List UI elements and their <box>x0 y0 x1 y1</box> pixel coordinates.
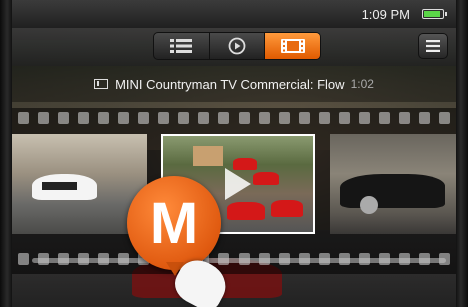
battery-level <box>424 11 440 17</box>
villa <box>193 146 223 166</box>
screen: 1:09 PM MINI Countryman TV Commercial: F… <box>12 0 456 307</box>
white-car <box>32 174 97 200</box>
sprocket-row-top <box>12 112 456 126</box>
video-title-bar: MINI Countryman TV Commercial: Flow 1:02 <box>12 66 456 102</box>
view-mode-switch <box>153 32 321 60</box>
clock: 1:09 PM <box>361 7 410 22</box>
play-icon[interactable] <box>225 168 251 200</box>
status-bar: 1:09 PM <box>12 0 456 28</box>
video-title: MINI Countryman TV Commercial: Flow <box>115 76 345 92</box>
tab-player-view[interactable] <box>210 33 266 59</box>
tab-list-view[interactable] <box>154 33 210 59</box>
device-bezel-right <box>456 0 468 307</box>
filmstrip[interactable] <box>12 108 456 274</box>
toolbar <box>12 28 456 66</box>
menu-button[interactable] <box>418 33 448 59</box>
video-icon <box>94 79 109 89</box>
red-car <box>227 202 265 220</box>
play-circle-icon <box>228 37 246 55</box>
red-car <box>271 200 303 217</box>
tab-filmstrip-view[interactable] <box>265 33 320 59</box>
red-car <box>253 172 279 185</box>
badge-letter: M <box>149 190 199 256</box>
scrub-track[interactable] <box>32 258 446 263</box>
device-bezel-left <box>0 0 12 307</box>
black-car <box>340 174 445 214</box>
list-icon <box>170 39 193 53</box>
battery-icon <box>422 9 447 19</box>
menu-icon <box>426 40 440 52</box>
filmstrip-icon <box>280 39 305 53</box>
mini-logo-badge: M <box>127 176 221 270</box>
video-duration: 1:02 <box>350 77 374 91</box>
film-frame-black-car[interactable] <box>330 134 456 234</box>
